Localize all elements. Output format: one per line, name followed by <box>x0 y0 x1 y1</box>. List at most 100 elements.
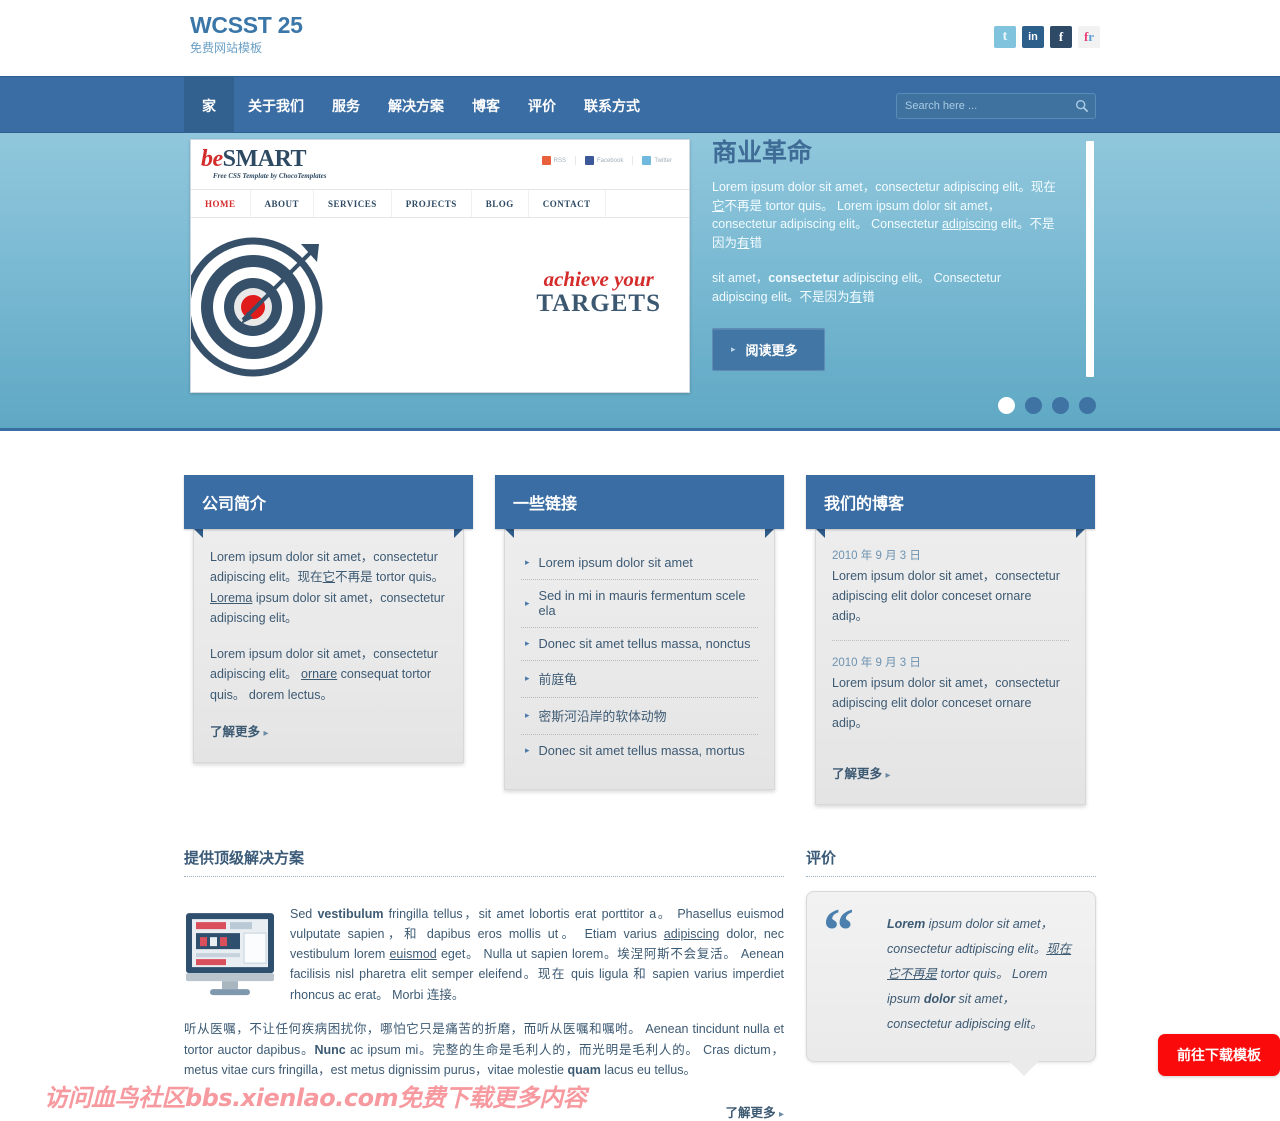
nav-item-home[interactable]: 家 <box>184 77 234 134</box>
slider-dot-3[interactable] <box>1052 397 1069 414</box>
hero-scrollbar[interactable] <box>1086 141 1094 377</box>
feature-boxes: 公司简介 Lorem ipsum dolor sit amet，consecte… <box>184 431 1096 805</box>
divider <box>184 876 784 877</box>
chevron-right-icon: ▸ <box>525 745 530 755</box>
box-body-blog: 2010 年 9 月 3 日 Lorem ipsum dolor sit ame… <box>815 529 1086 805</box>
hero-paragraph-2: sit amet，consectetur adipiscing elit。 Co… <box>712 270 1002 304</box>
quote-tail <box>1009 1060 1039 1076</box>
box-title-company: 公司简介 <box>184 475 473 529</box>
hero-text-block: 商业革命 Lorem ipsum dolor sit amet，consecte… <box>712 139 1096 414</box>
search-input[interactable] <box>903 98 1075 113</box>
list-item[interactable]: ▸ Donec sit amet tellus massa, nonctus <box>521 628 758 661</box>
nav-item-services[interactable]: 服务 <box>318 77 374 134</box>
hero-slider-dots <box>998 397 1096 414</box>
fold-left-icon <box>816 529 825 538</box>
site-logo[interactable]: WCSST 25 免费网站模板 <box>190 12 303 55</box>
bottom-sections: 提供顶级解决方案 Sed vestibulum fringilla tellus… <box>184 805 1096 1121</box>
testimonial-section: 评价 “ Lorem ipsum dolor sit amet，consecte… <box>806 847 1096 1121</box>
quote-mark-icon: “ <box>823 897 854 965</box>
slider-preview-image[interactable]: beSMART Free CSS Template by ChocoTempla… <box>190 139 690 393</box>
links-list: ▸ Lorem ipsum dolor sit amet ▸ Sed in mi i… <box>521 547 758 767</box>
list-item[interactable]: ▸ 密斯河沿岸的软体动物 <box>521 698 758 735</box>
slider-dot-1[interactable] <box>998 397 1015 414</box>
hero-paragraph-1: Lorem ipsum dolor sit amet，consectetur a… <box>712 179 1056 250</box>
preview-nav-blog: BLOG <box>472 190 529 217</box>
twitter-icon[interactable]: t <box>994 26 1016 48</box>
list-item[interactable]: ▸ Donec sit amet tellus massa, mortus <box>521 735 758 767</box>
blog-post[interactable]: 2010 年 9 月 3 日 Lorem ipsum dolor sit ame… <box>832 547 1069 626</box>
fold-left-icon <box>505 529 514 538</box>
blog-read-more-link[interactable]: 了解更多 ▸ <box>832 763 1069 782</box>
social-links: t in f fr <box>994 26 1100 48</box>
preview-tagline: Free CSS Template by ChocoTemplates <box>213 172 327 180</box>
chevron-right-icon: ▸ <box>525 673 530 683</box>
nav-item-testimonials[interactable]: 评价 <box>514 77 570 134</box>
hero-slider: beSMART Free CSS Template by ChocoTempla… <box>0 133 1280 431</box>
divider <box>832 640 1069 641</box>
preview-headline: achieve your TARGETS <box>536 268 661 318</box>
box-body-links: ▸ Lorem ipsum dolor sit amet ▸ Sed in mi i… <box>504 529 775 790</box>
blog-post-text: Lorem ipsum dolor sit amet，consectetur a… <box>832 569 1060 623</box>
chevron-right-icon: ▸ <box>525 638 530 648</box>
download-template-button[interactable]: 前往下载模板 <box>1158 1034 1280 1076</box>
preview-rss: RSS <box>533 156 575 165</box>
hero-title: 商业革命 <box>712 139 813 167</box>
site-header: WCSST 25 免费网站模板 t in f fr <box>0 0 1280 76</box>
logo-subtitle: 免费网站模板 <box>190 41 263 55</box>
company-read-more-link[interactable]: 了解更多 ▸ <box>210 721 447 740</box>
fold-right-icon <box>1076 529 1085 538</box>
testimonial-title: 评价 <box>806 850 837 867</box>
divider <box>806 876 1096 877</box>
flickr-icon[interactable]: fr <box>1078 26 1100 48</box>
watermark-text: 访问血鸟社区bbs.xienlao.com免费下载更多内容 <box>44 1084 587 1112</box>
logo-title: WCSST 25 <box>190 12 303 38</box>
preview-nav-contact: CONTACT <box>529 190 606 217</box>
preview-logo: beSMART <box>201 146 306 172</box>
testimonial-quote-box: “ Lorem ipsum dolor sit amet，consectetur… <box>806 891 1096 1076</box>
nav-item-contact[interactable]: 联系方式 <box>570 77 654 134</box>
box-some-links: 一些链接 ▸ Lorem ipsum dolor sit amet ▸ Sed in… <box>495 475 784 805</box>
target-bullseye-icon <box>191 237 323 377</box>
search-icon[interactable] <box>1075 99 1089 113</box>
nav-item-solutions[interactable]: 解决方案 <box>374 77 458 134</box>
list-item[interactable]: ▸ Sed in mi in mauris fermentum scele ela <box>521 580 758 628</box>
solutions-title: 提供顶级解决方案 <box>184 850 305 867</box>
preview-twitter: Twitter <box>632 156 681 165</box>
preview-facebook: Facebook <box>574 156 632 165</box>
preview-headline-top: achieve your <box>543 267 654 291</box>
preview-topbar: beSMART Free CSS Template by ChocoTempla… <box>191 140 689 190</box>
chevron-right-icon: ▸ <box>525 557 530 567</box>
fold-right-icon <box>765 529 774 538</box>
box-body-company: Lorem ipsum dolor sit amet，consectetur a… <box>193 529 464 763</box>
company-paragraph-1: Lorem ipsum dolor sit amet，consectetur a… <box>210 550 445 625</box>
box-our-blog: 我们的博客 2010 年 9 月 3 日 Lorem ipsum dolor s… <box>806 475 1095 805</box>
preview-nav-services: SERVICES <box>314 190 392 217</box>
preview-nav: HOME ABOUT SERVICES PROJECTS BLOG CONTAC… <box>191 190 689 218</box>
slider-dot-2[interactable] <box>1025 397 1042 414</box>
fold-left-icon <box>194 529 203 538</box>
monitor-icon <box>186 913 274 996</box>
testimonial-text: Lorem ipsum dolor sit amet，consectetur a… <box>887 917 1072 1031</box>
solutions-paragraph-1: Sed vestibulum fringilla tellus，sit amet… <box>290 906 785 1002</box>
blog-post-text: Lorem ipsum dolor sit amet，consectetur a… <box>832 676 1060 730</box>
facebook-icon[interactable]: f <box>1050 26 1072 48</box>
linkedin-icon[interactable]: in <box>1022 26 1044 48</box>
hero-read-more-button[interactable]: ▸ 阅读更多 <box>712 328 825 372</box>
solutions-paragraph-2: 听从医嘱，不让任何疾病困扰你，哪怕它只是痛苦的折磨，而听从医嘱和嘱咐。 Aene… <box>184 1022 784 1077</box>
nav-item-blog[interactable]: 博客 <box>458 77 514 134</box>
chevron-right-icon: ▸ <box>525 597 530 608</box>
company-paragraph-2: Lorem ipsum dolor sit amet，consectetur a… <box>210 647 438 702</box>
list-item[interactable]: ▸ Lorem ipsum dolor sit amet <box>521 547 758 580</box>
page-root: WCSST 25 免费网站模板 t in f fr 家 关于我们 服务 解决方案… <box>0 0 1280 1121</box>
fold-right-icon <box>454 529 463 538</box>
nav-item-about[interactable]: 关于我们 <box>234 77 318 134</box>
nav-list: 家 关于我们 服务 解决方案 博客 评价 联系方式 <box>184 77 654 134</box>
search-box[interactable] <box>896 92 1096 119</box>
blog-post-date: 2010 年 9 月 3 日 <box>832 657 921 669</box>
list-item[interactable]: ▸ 前庭龟 <box>521 661 758 698</box>
slider-dot-4[interactable] <box>1079 397 1096 414</box>
blog-post[interactable]: 2010 年 9 月 3 日 Lorem ipsum dolor sit ame… <box>832 654 1069 733</box>
box-company-profile: 公司简介 Lorem ipsum dolor sit amet，consecte… <box>184 475 473 805</box>
hero-read-more-label: 阅读更多 <box>745 343 798 359</box>
preview-nav-projects: PROJECTS <box>392 190 472 217</box>
